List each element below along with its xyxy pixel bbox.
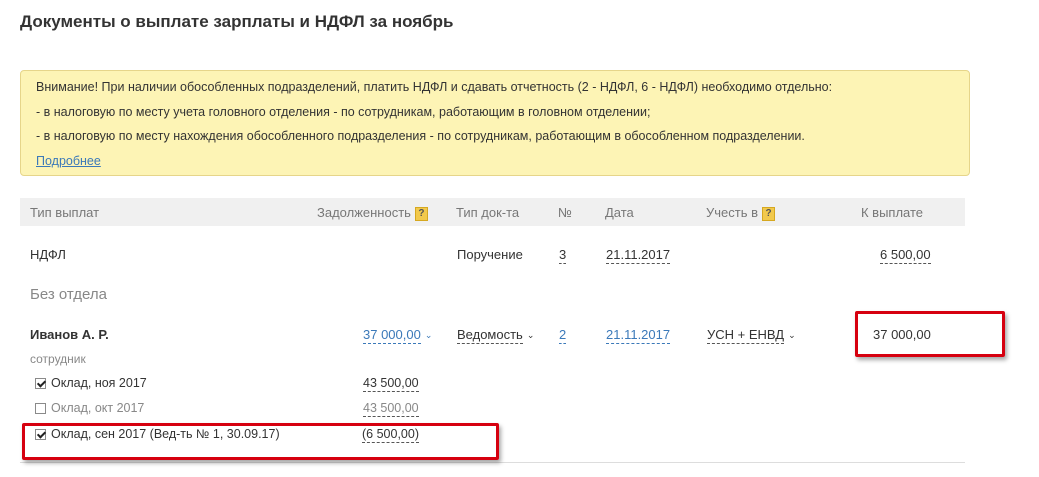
account-help-icon[interactable]: ? (762, 206, 776, 221)
debt-help-icon[interactable]: ? (414, 206, 428, 221)
header-date: Дата (605, 205, 634, 220)
ndfl-doc-type: Поручение (457, 247, 523, 262)
item-checkbox-oct[interactable] (35, 403, 46, 414)
group-label: Без отдела (30, 286, 107, 303)
more-link[interactable]: Подробнее (36, 154, 101, 168)
employee-doc-type-dropdown[interactable]: Ведомость ⌄ (457, 327, 535, 344)
ndfl-number[interactable]: 3 (559, 247, 567, 264)
chevron-down-icon: ⌄ (526, 330, 535, 341)
item-checkbox-nov[interactable] (35, 378, 46, 389)
warning-banner: Внимание! При наличии обособленных подра… (20, 70, 970, 176)
warning-line-2: - в налоговую по месту учета головного о… (36, 104, 651, 119)
header-account: Учесть в? (706, 205, 776, 221)
ndfl-type: НДФЛ (30, 247, 66, 262)
employee-role: сотрудник (30, 352, 86, 366)
item-label-oct: Оклад, окт 2017 (51, 401, 145, 415)
chevron-down-icon: ⌄ (424, 330, 433, 341)
ndfl-date[interactable]: 21.11.2017 (606, 247, 671, 264)
item-label-nov: Оклад, ноя 2017 (51, 376, 147, 390)
header-payout: К выплате (861, 205, 924, 220)
divider (20, 462, 965, 463)
ndfl-payout[interactable]: 6 500,00 (880, 247, 931, 264)
header-payment-type: Тип выплат (30, 205, 100, 220)
warning-line-1: Внимание! При наличии обособленных подра… (36, 80, 833, 94)
employee-number[interactable]: 2 (559, 327, 567, 344)
header-doc-type: Тип док-та (456, 205, 520, 220)
item-amount-nov[interactable]: 43 500,00 (363, 376, 419, 392)
employee-name: Иванов А. Р. (30, 327, 109, 342)
employee-debt-dropdown[interactable]: 37 000,00 ⌄ (363, 327, 433, 344)
highlight-box-september-row (22, 423, 499, 460)
page-title: Документы о выплате зарплаты и НДФЛ за н… (20, 12, 454, 31)
header-number: № (558, 205, 572, 220)
table-header: Тип выплат Задолженность? Тип док-та № Д… (20, 198, 965, 226)
warning-line-3: - в налоговую по месту нахождения обособ… (36, 129, 805, 143)
employee-date[interactable]: 21.11.2017 (606, 327, 671, 344)
header-debt: Задолженность? (317, 205, 428, 221)
chevron-down-icon: ⌄ (788, 330, 796, 341)
highlight-box-payout (855, 311, 1005, 357)
employee-account-dropdown[interactable]: УСН + ЕНВД ⌄ (707, 327, 796, 344)
item-amount-oct[interactable]: 43 500,00 (363, 401, 419, 417)
